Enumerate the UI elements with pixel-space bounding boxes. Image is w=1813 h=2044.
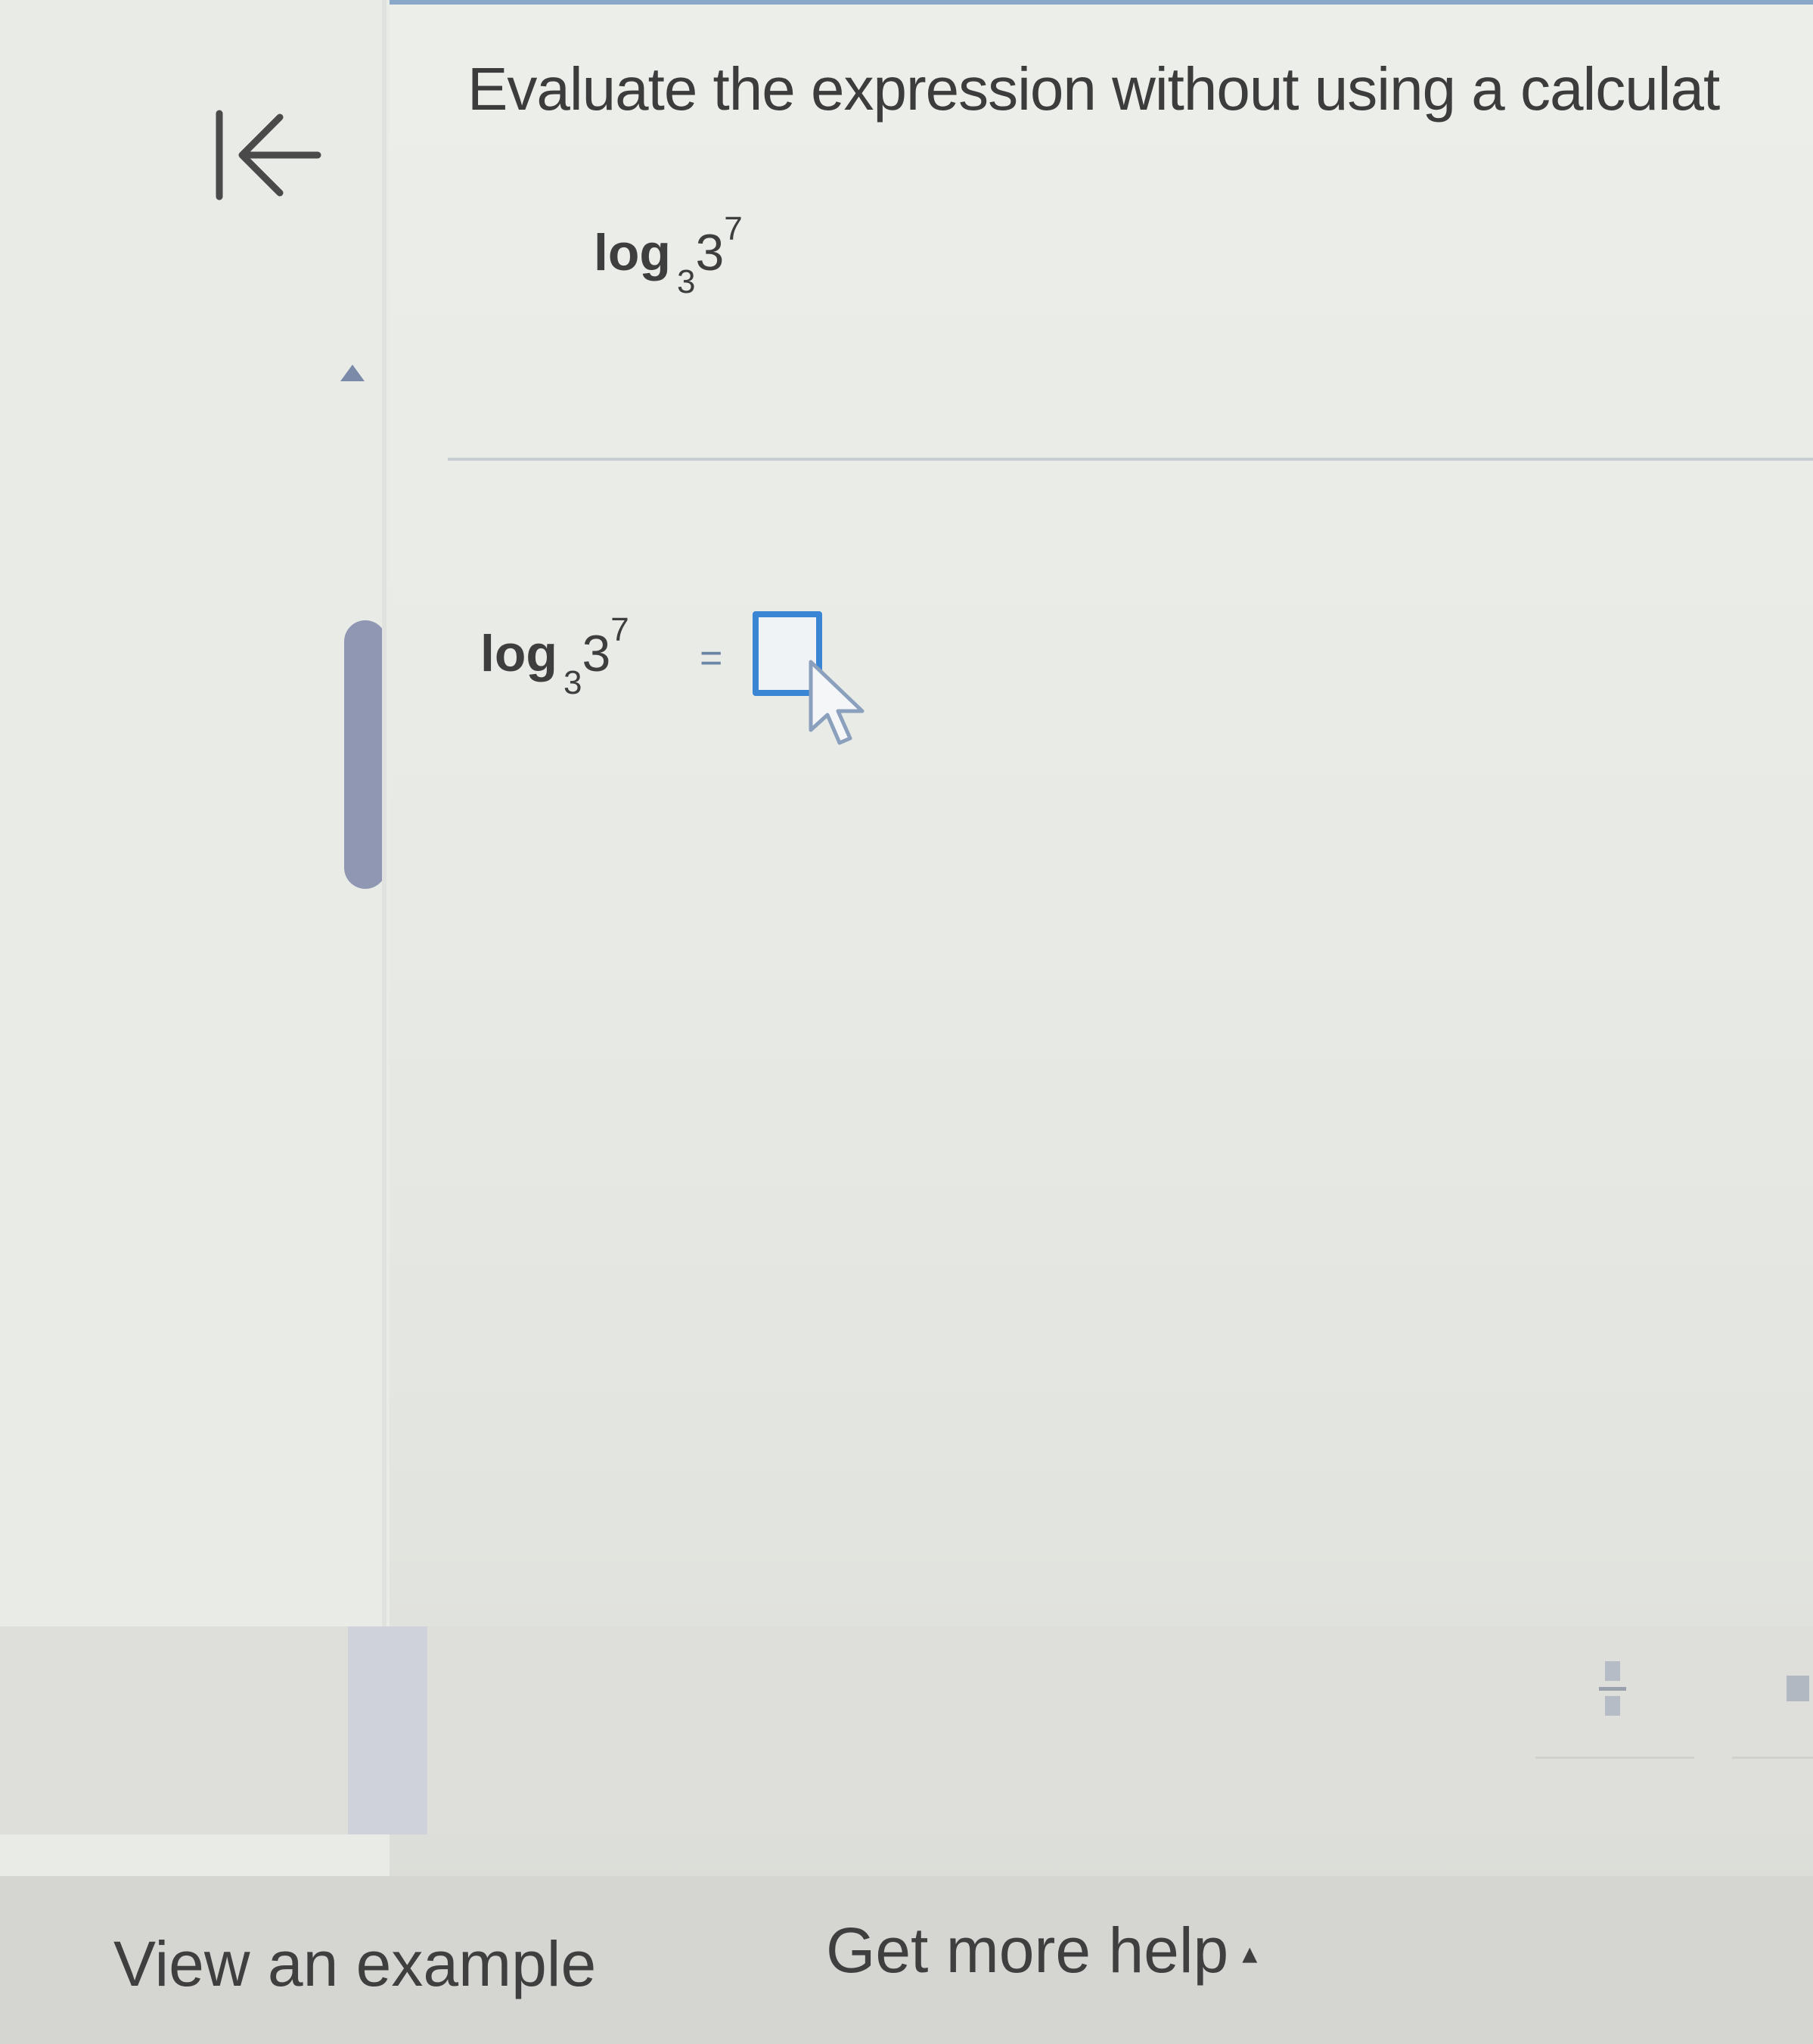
log-base: 3 [676,263,696,300]
answer-expression: log337 [480,611,629,701]
answer-log-argument: 3 [582,625,611,682]
log-argument: 3 [695,224,725,281]
log-function: log [594,224,671,281]
fraction-template-icon[interactable] [1597,1658,1628,1719]
answer-log-function: log [480,625,557,682]
view-example-link[interactable]: View an example [113,1928,596,2001]
toolbar-underline [1732,1757,1813,1759]
equals-sign: = [700,636,723,680]
question-expression: log337 [594,210,743,300]
answer-log-base: 3 [563,664,582,701]
caret-up-icon: ▴ [1242,1937,1258,1970]
pane-divider [382,0,387,1664]
left-pane [0,0,390,1876]
first-page-arrow-icon [216,110,321,200]
mouse-pointer-icon [803,658,871,749]
get-more-help-label: Get more help [826,1915,1229,1986]
question-divider [448,458,1813,461]
toolbar-underline [1535,1757,1694,1759]
collapse-triangle-icon[interactable] [337,362,368,384]
answer-log-exponent: 7 [610,611,629,648]
lower-sidebar-strip [348,1626,427,1834]
lower-panel [0,1626,1813,1834]
question-instruction: Evaluate the expression without using a … [467,55,1720,123]
scrollbar-thumb[interactable] [344,620,387,889]
square-template-icon[interactable] [1787,1676,1809,1701]
back-to-first-button[interactable] [204,98,333,212]
get-more-help-button[interactable]: Get more help ▴ [826,1914,1257,1987]
screen: Evaluate the expression without using a … [0,0,1813,2044]
log-exponent: 7 [724,210,743,247]
